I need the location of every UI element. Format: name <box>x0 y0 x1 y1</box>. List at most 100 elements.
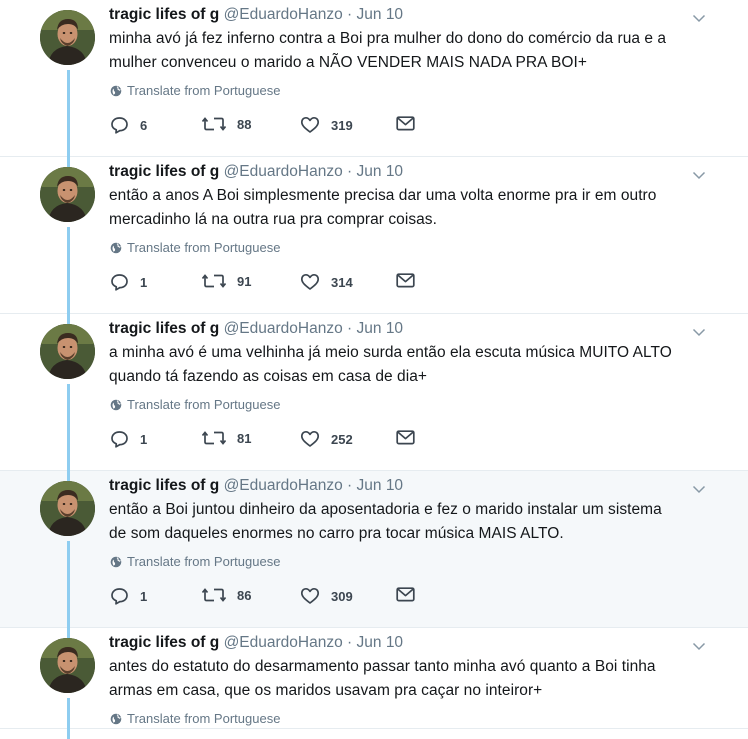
direct-message-button[interactable] <box>396 587 426 602</box>
dot-separator: · <box>347 163 353 180</box>
avatar[interactable] <box>40 324 95 379</box>
tweet-text-line: mercadinho lá na outra rua pra comprar c… <box>109 211 437 228</box>
translate-link[interactable]: Translate from Portuguese <box>110 240 280 255</box>
tweet-text-line: quando tá fazendo as coisas em casa de d… <box>109 368 427 385</box>
avatar[interactable] <box>40 638 95 693</box>
heart-icon <box>300 116 331 134</box>
translate-link[interactable]: Translate from Portuguese <box>110 397 280 412</box>
chevron-down-icon[interactable] <box>692 324 706 337</box>
like-button[interactable]: 309 <box>300 587 353 605</box>
like-count: 319 <box>331 117 353 133</box>
like-button[interactable]: 252 <box>300 430 353 448</box>
username-handle[interactable]: @EduardoHanzo <box>224 634 343 651</box>
tweet-header: tragic lifes of g @EduardoHanzo · Jun 10 <box>109 476 403 496</box>
retweet-count: 88 <box>237 116 252 132</box>
tweet-text-line: então a Boi juntou dinheiro da aposentad… <box>109 501 662 518</box>
dot-separator: · <box>347 477 353 494</box>
reply-button[interactable]: 1 <box>110 587 147 605</box>
retweet-button[interactable]: 86 <box>202 587 251 603</box>
tweet[interactable]: tragic lifes of g @EduardoHanzo · Jun 10… <box>0 471 748 638</box>
retweet-icon <box>202 116 237 132</box>
tweet-text-line: mulher convenceu o marido a NÃO VENDER M… <box>109 54 587 71</box>
tweet-header: tragic lifes of g @EduardoHanzo · Jun 10 <box>109 633 403 653</box>
tweet-text: a minha avó é uma velhinha já meio surda… <box>109 341 709 389</box>
chevron-down-icon[interactable] <box>692 638 706 651</box>
translate-label: Translate from Portuguese <box>127 711 281 726</box>
thread-connector-line <box>67 227 70 324</box>
reply-count: 1 <box>140 431 148 447</box>
avatar[interactable] <box>40 167 95 222</box>
heart-icon <box>300 430 331 448</box>
retweet-icon <box>202 587 237 603</box>
tweet-timestamp[interactable]: Jun 10 <box>357 6 404 23</box>
heart-icon <box>300 273 331 291</box>
dot-separator: · <box>347 6 353 23</box>
envelope-icon <box>396 430 426 445</box>
avatar[interactable] <box>40 481 95 536</box>
globe-icon <box>110 556 127 568</box>
tweet[interactable]: tragic lifes of g @EduardoHanzo · Jun 10… <box>0 0 748 167</box>
reply-count: 1 <box>140 588 148 604</box>
avatar[interactable] <box>40 10 95 65</box>
tweet-text-line: antes do estatuto do desarmamento passar… <box>109 658 656 675</box>
tweet-timestamp[interactable]: Jun 10 <box>357 634 404 651</box>
display-name[interactable]: tragic lifes of g <box>109 320 219 337</box>
username-handle[interactable]: @EduardoHanzo <box>224 6 343 23</box>
like-button[interactable]: 314 <box>300 273 353 291</box>
translate-label: Translate from Portuguese <box>127 554 281 569</box>
dot-separator: · <box>347 634 353 651</box>
tweet-text-line: armas em casa, que os maridos usavam pra… <box>109 682 543 699</box>
reply-button[interactable]: 1 <box>110 273 147 291</box>
tweet-text: então a anos A Boi simplesmente precisa … <box>109 184 709 232</box>
dot-separator: · <box>347 320 353 337</box>
translate-label: Translate from Portuguese <box>127 83 281 98</box>
retweet-count: 81 <box>237 430 252 446</box>
display-name[interactable]: tragic lifes of g <box>109 163 219 180</box>
translate-label: Translate from Portuguese <box>127 240 281 255</box>
thread-connector-line <box>67 698 70 739</box>
chevron-down-icon[interactable] <box>692 167 706 180</box>
direct-message-button[interactable] <box>396 430 426 445</box>
tweet-timestamp[interactable]: Jun 10 <box>357 163 404 180</box>
tweet[interactable]: tragic lifes of g @EduardoHanzo · Jun 10… <box>0 157 748 324</box>
retweet-button[interactable]: 88 <box>202 116 251 132</box>
reply-button[interactable]: 6 <box>110 116 147 134</box>
reply-count: 1 <box>140 274 148 290</box>
globe-icon <box>110 399 127 411</box>
tweet-text: então a Boi juntou dinheiro da aposentad… <box>109 498 709 546</box>
tweet[interactable]: tragic lifes of g @EduardoHanzo · Jun 10… <box>0 314 748 481</box>
thread-connector-line-top <box>67 471 70 481</box>
globe-icon <box>110 242 127 254</box>
reply-icon <box>110 587 140 605</box>
reply-button[interactable]: 1 <box>110 430 147 448</box>
translate-link[interactable]: Translate from Portuguese <box>110 711 280 726</box>
tweet-thread: tragic lifes of g @EduardoHanzo · Jun 10… <box>0 0 748 739</box>
display-name[interactable]: tragic lifes of g <box>109 634 219 651</box>
translate-link[interactable]: Translate from Portuguese <box>110 554 280 569</box>
thread-connector-line-top <box>67 628 70 638</box>
like-button[interactable]: 319 <box>300 116 353 134</box>
tweet-timestamp[interactable]: Jun 10 <box>357 320 404 337</box>
direct-message-button[interactable] <box>396 273 426 288</box>
display-name[interactable]: tragic lifes of g <box>109 477 219 494</box>
thread-connector-line <box>67 384 70 481</box>
envelope-icon <box>396 587 426 602</box>
tweet-actions: 6 88 319 <box>110 116 430 138</box>
chevron-down-icon[interactable] <box>692 10 706 23</box>
tweet-text-line: de som daqueles enormes no carro pra toc… <box>109 525 564 542</box>
heart-icon <box>300 587 331 605</box>
envelope-icon <box>396 273 426 288</box>
retweet-button[interactable]: 91 <box>202 273 251 289</box>
translate-link[interactable]: Translate from Portuguese <box>110 83 280 98</box>
tweet[interactable]: tragic lifes of g @EduardoHanzo · Jun 10… <box>0 628 748 739</box>
username-handle[interactable]: @EduardoHanzo <box>224 477 343 494</box>
direct-message-button[interactable] <box>396 116 426 131</box>
retweet-count: 86 <box>237 587 252 603</box>
username-handle[interactable]: @EduardoHanzo <box>224 320 343 337</box>
retweet-button[interactable]: 81 <box>202 430 251 446</box>
chevron-down-icon[interactable] <box>692 481 706 494</box>
tweet-header: tragic lifes of g @EduardoHanzo · Jun 10 <box>109 319 403 339</box>
tweet-timestamp[interactable]: Jun 10 <box>357 477 404 494</box>
display-name[interactable]: tragic lifes of g <box>109 6 219 23</box>
username-handle[interactable]: @EduardoHanzo <box>224 163 343 180</box>
